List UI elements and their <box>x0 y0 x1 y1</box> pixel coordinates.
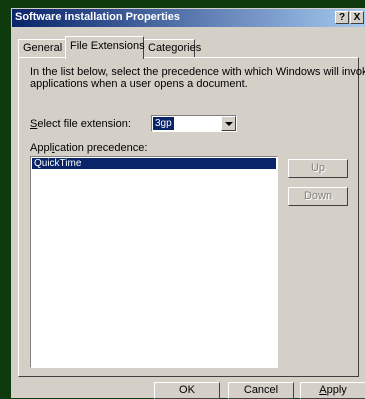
precedence-label-pre: Appl <box>30 142 53 154</box>
select-extension-label-text: elect file extension: <box>37 118 131 130</box>
tab-general[interactable]: General <box>18 39 66 57</box>
application-list[interactable]: QuickTime <box>30 156 278 368</box>
file-extensions-panel: In the list below, select the precedence… <box>18 57 365 377</box>
extension-dropdown[interactable]: 3gp <box>151 115 237 132</box>
title-bar[interactable]: Software installation Properties ? X <box>12 9 365 27</box>
select-extension-label: Select file extension: <box>30 118 131 130</box>
window-title: Software installation Properties <box>15 11 181 23</box>
extension-dropdown-value: 3gp <box>152 116 175 131</box>
down-button[interactable]: Down <box>288 187 348 206</box>
apply-label: pply <box>326 384 347 396</box>
apply-mnemonic: A <box>319 384 327 396</box>
precedence-label-post: cation precedence: <box>54 142 148 154</box>
description-line-2: applications when a user opens a documen… <box>30 78 248 90</box>
help-button[interactable]: ? <box>335 11 349 24</box>
chevron-down-icon[interactable] <box>221 116 236 131</box>
apply-button[interactable]: Apply <box>300 382 365 399</box>
properties-dialog: Software installation Properties ? X Gen… <box>11 8 365 399</box>
close-button[interactable]: X <box>350 11 364 24</box>
up-button[interactable]: Up <box>288 159 348 178</box>
ok-button[interactable]: OK <box>154 382 220 399</box>
tab-file-extensions[interactable]: File Extensions <box>65 36 145 59</box>
description-line-1: In the list below, select the precedence… <box>30 66 365 78</box>
cancel-button[interactable]: Cancel <box>228 382 294 399</box>
list-item[interactable]: QuickTime <box>32 158 276 169</box>
precedence-label: Application precedence: <box>30 142 147 154</box>
tab-categories[interactable]: Categories <box>143 39 201 57</box>
